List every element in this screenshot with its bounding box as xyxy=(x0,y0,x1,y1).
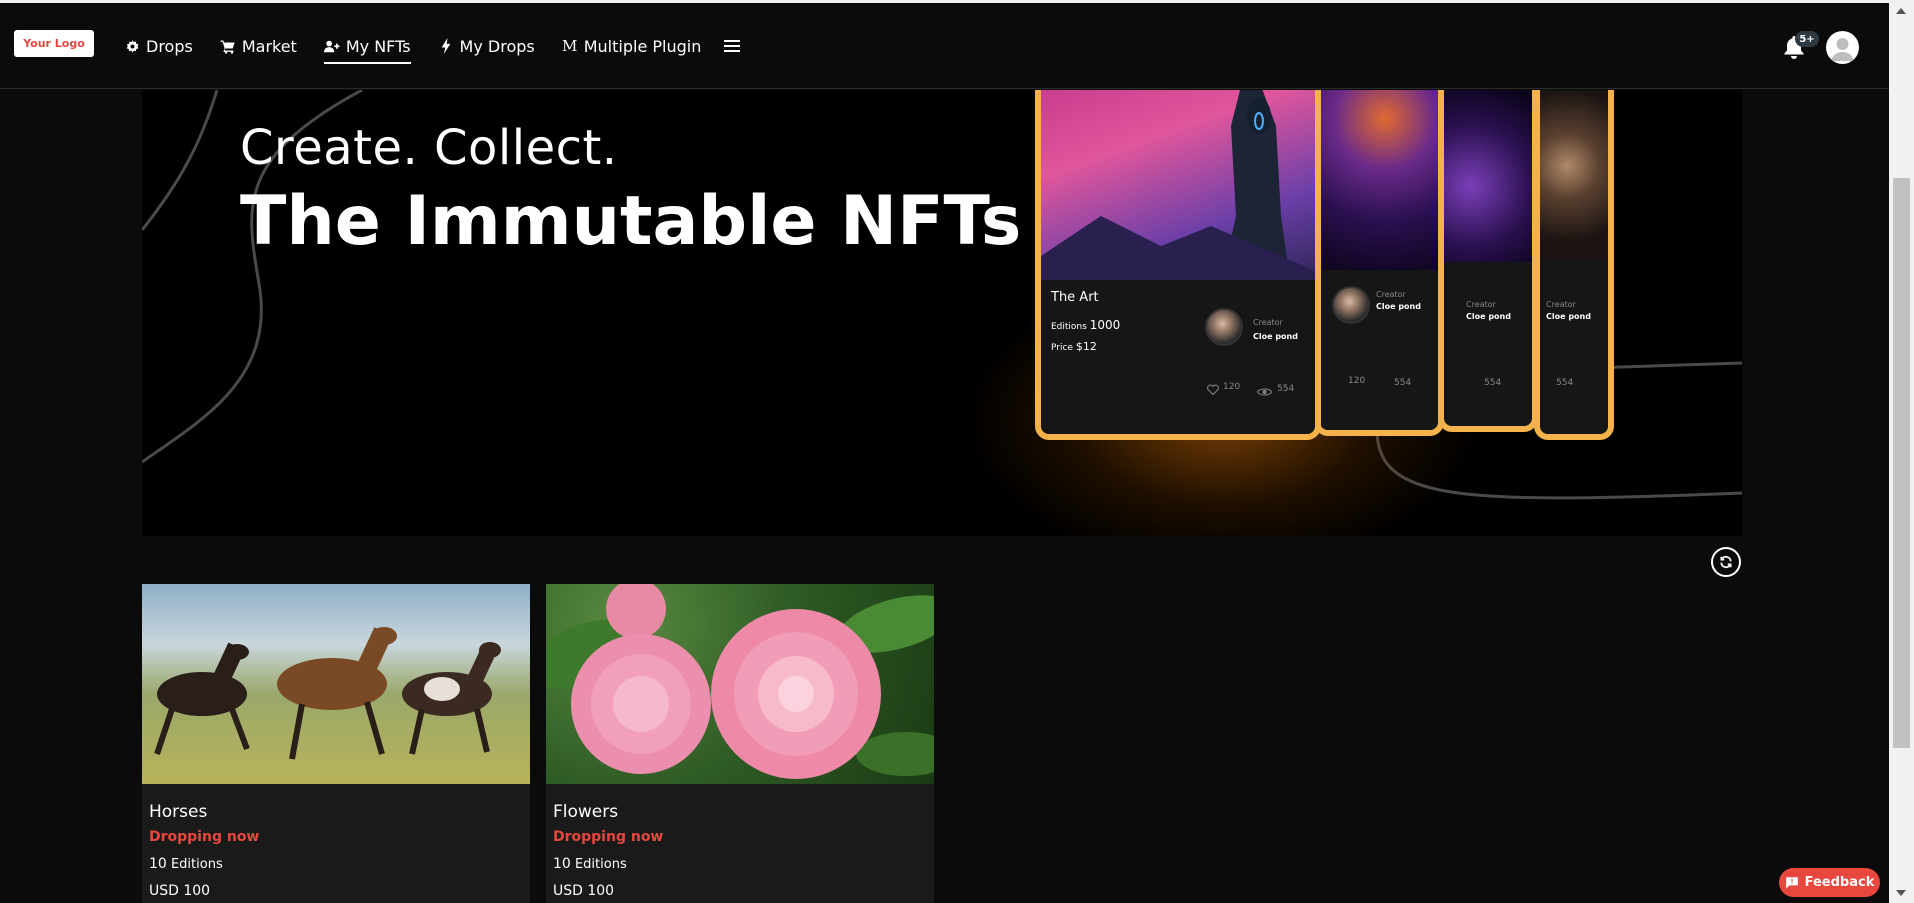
refresh-icon xyxy=(1720,556,1732,568)
drop-status: Dropping now xyxy=(149,829,260,845)
hamburger-menu-icon[interactable] xyxy=(724,38,741,54)
nav-multiple-plugin-label: Multiple Plugin xyxy=(583,36,702,56)
drop-card-horses[interactable]: Horses Dropping now 10 Editions USD 100 xyxy=(142,584,530,903)
nav-drops-label: Drops xyxy=(146,36,193,56)
main-nav: Drops Market My NFTs My Drops M Multiple… xyxy=(124,3,741,89)
drop-status: Dropping now xyxy=(553,829,664,845)
card-views: 554 xyxy=(1277,384,1295,394)
card-creator-name: Cloe pond xyxy=(1253,332,1298,341)
nft-card-back-1: Creator Cloe pond 120 554 xyxy=(1314,90,1444,436)
card-creator-label: Creator xyxy=(1376,290,1406,299)
scroll-down-arrow-icon[interactable] xyxy=(1896,890,1906,896)
drop-title: Horses xyxy=(149,802,208,822)
nav-my-nfts[interactable]: My NFTs xyxy=(323,26,411,66)
refresh-button[interactable] xyxy=(1711,547,1741,577)
nav-my-drops-label: My Drops xyxy=(459,36,535,56)
m-icon: M xyxy=(562,37,578,55)
hero-headline-2: The Immutable NFTs xyxy=(240,182,1022,261)
hero-headline-1: Create. Collect. xyxy=(240,120,618,176)
card-creator-label: Creator xyxy=(1466,300,1496,309)
nav-my-nfts-label: My NFTs xyxy=(345,36,411,56)
nav-multiple-plugin[interactable]: M Multiple Plugin xyxy=(562,26,702,66)
card-creator-name: Cloe pond xyxy=(1466,312,1511,321)
gear-icon xyxy=(124,38,140,54)
header: Your Logo Drops Market My NFTs My Drops … xyxy=(0,3,1889,89)
nft-card-back-2: Creator Cloe pond 554 xyxy=(1438,90,1538,432)
drop-editions: 10 Editions xyxy=(553,856,627,872)
eye-icon xyxy=(1256,382,1273,401)
drop-editions-label: Editions xyxy=(574,857,627,872)
drop-editions-label: Editions xyxy=(170,857,223,872)
creator-avatar xyxy=(1205,308,1243,346)
drop-image-horses xyxy=(142,584,530,784)
card-views: 554 xyxy=(1394,378,1412,388)
user-plus-icon xyxy=(323,38,340,54)
feedback-button[interactable]: Feedback xyxy=(1779,868,1880,897)
drop-editions-count: 10 xyxy=(553,856,571,872)
page: Your Logo Drops Market My NFTs My Drops … xyxy=(0,0,1914,903)
nft-card-artwork xyxy=(1041,90,1315,286)
scrollbar-thumb[interactable] xyxy=(1893,178,1910,748)
nav-market-label: Market xyxy=(241,36,297,56)
drop-image-flowers xyxy=(546,584,934,784)
card-price-label: Price xyxy=(1051,343,1073,353)
drop-price: USD 100 xyxy=(149,883,211,899)
nft-card-back-3: Creator Cloe pond 554 xyxy=(1534,90,1614,440)
nav-market[interactable]: Market xyxy=(220,26,297,66)
nft-card-front: The Art Editions 1000 Price $12 Creator … xyxy=(1035,90,1321,440)
card-creator-label: Creator xyxy=(1546,300,1576,309)
feedback-icon xyxy=(1785,877,1798,889)
notification-badge: 5+ xyxy=(1795,31,1819,47)
card-price-value: $12 xyxy=(1075,340,1097,353)
hero-banner[interactable]: Create. Collect. The Immutable NFTs Crea… xyxy=(142,90,1742,536)
card-creator-label: Creator xyxy=(1253,318,1283,327)
cart-icon xyxy=(220,38,236,54)
drop-editions: 10 Editions xyxy=(149,856,223,872)
bolt-icon xyxy=(438,38,454,54)
card-views: 554 xyxy=(1556,378,1574,388)
card-editions-label: Editions xyxy=(1051,322,1087,332)
user-avatar[interactable] xyxy=(1826,31,1859,64)
card-likes: 120 xyxy=(1348,376,1366,386)
logo[interactable]: Your Logo xyxy=(14,30,94,57)
card-price: Price $12 xyxy=(1051,340,1097,353)
card-title: The Art xyxy=(1051,290,1099,305)
creator-avatar xyxy=(1332,286,1370,324)
card-likes: 120 xyxy=(1223,382,1241,392)
drop-price: USD 100 xyxy=(553,883,615,899)
card-editions: Editions 1000 xyxy=(1051,318,1120,332)
scroll-up-arrow-icon[interactable] xyxy=(1896,8,1906,14)
nav-my-drops[interactable]: My Drops xyxy=(438,26,535,66)
nav-drops[interactable]: Drops xyxy=(124,26,193,66)
card-creator-name: Cloe pond xyxy=(1376,302,1421,311)
card-editions-value: 1000 xyxy=(1089,318,1121,332)
feedback-label: Feedback xyxy=(1804,875,1875,890)
drop-title: Flowers xyxy=(553,802,619,822)
drop-card-flowers[interactable]: Flowers Dropping now 10 Editions USD 100 xyxy=(546,584,934,903)
drop-editions-count: 10 xyxy=(149,856,167,872)
card-creator-name: Cloe pond xyxy=(1546,312,1591,321)
card-views: 554 xyxy=(1484,378,1502,388)
heart-icon xyxy=(1207,380,1219,399)
